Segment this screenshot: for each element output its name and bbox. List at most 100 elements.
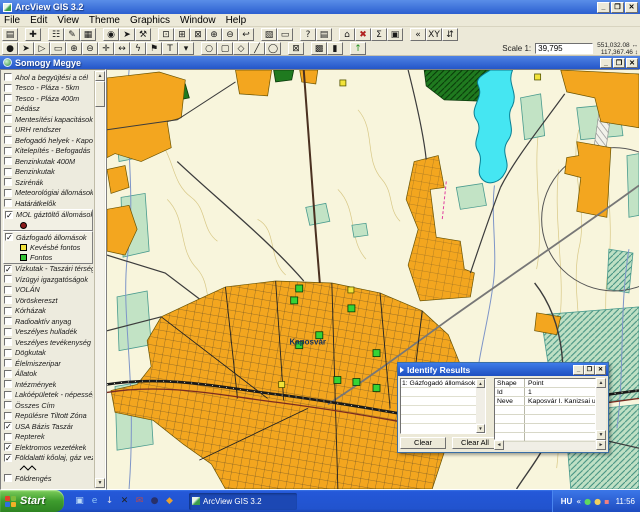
quicklaunch-desktop-icon[interactable]: ▣ [74, 496, 85, 506]
theme-checkbox[interactable] [4, 147, 12, 155]
menu-help[interactable]: Help [226, 15, 247, 26]
toc-theme[interactable]: VOLÁN [3, 285, 93, 296]
view-maximize-button[interactable]: ❒ [613, 58, 625, 68]
hot-link-tool-button[interactable]: ϟ [130, 42, 146, 55]
scroll-up-icon[interactable]: ▲ [476, 379, 485, 388]
area-of-interest-tool-button[interactable]: ⊠ [288, 42, 304, 55]
quicklaunch-browser-icon[interactable]: e [89, 496, 100, 506]
maximize-button[interactable]: ❒ [611, 2, 624, 13]
scroll-down-icon[interactable]: ▼ [596, 430, 606, 440]
zoom-previous-button[interactable]: ↩ [238, 28, 254, 41]
quicklaunch-download-icon[interactable]: ↓ [104, 496, 115, 506]
toc-theme[interactable]: Meteorológiai állomások [3, 188, 93, 199]
vertex-edit-tool-button[interactable]: ▷ [34, 42, 50, 55]
draw-circle-tool-button[interactable]: ◯ [265, 42, 281, 55]
toc-theme[interactable]: Intézmények [3, 379, 93, 390]
clear-selection-button[interactable]: ▭ [277, 28, 293, 41]
toc-theme[interactable]: Veszélyes hulladék [3, 327, 93, 338]
scroll-left-icon[interactable]: ◄ [494, 440, 504, 450]
toc-theme[interactable]: Összes Cím [3, 400, 93, 411]
custom-tool-2-button[interactable]: ▮ [327, 42, 343, 55]
taskbar-task-button[interactable]: ArcView GIS 3.2 [189, 493, 297, 510]
identify-results-dialog[interactable]: Identify Results _ ❒ ✕ 1: Gázfogadó állo… [397, 362, 609, 453]
theme-properties-button[interactable]: ☷ [48, 28, 64, 41]
theme-checkbox[interactable] [4, 168, 12, 176]
scroll-thumb[interactable] [95, 81, 105, 107]
identify-close-button[interactable]: ✕ [595, 365, 606, 375]
select-by-graphic-button[interactable]: ▧ [261, 28, 277, 41]
zoom-out-tool-button[interactable]: ⊖ [82, 42, 98, 55]
sort-button[interactable]: ⇵ [442, 28, 458, 41]
toc-theme[interactable]: Vízügyi igazgatóságok [3, 274, 93, 285]
theme-checkbox[interactable] [4, 73, 12, 81]
theme-checkbox[interactable] [4, 328, 12, 336]
theme-checkbox[interactable] [4, 307, 12, 315]
pointer-tool-button[interactable]: ➤ [18, 42, 34, 55]
scroll-down-icon[interactable]: ▼ [95, 478, 105, 488]
home-button[interactable]: ⌂ [339, 28, 355, 41]
theme-checkbox[interactable] [4, 349, 12, 357]
toc-theme[interactable]: Mentesítési kapacitások [3, 114, 93, 125]
quicklaunch-mail-icon[interactable]: ✉ [134, 496, 145, 506]
theme-checkbox[interactable] [4, 115, 12, 123]
theme-checkbox[interactable] [4, 401, 12, 409]
theme-checkbox[interactable] [4, 286, 12, 294]
theme-checkbox[interactable] [4, 474, 12, 482]
theme-checkbox[interactable] [4, 370, 12, 378]
menu-window[interactable]: Window [180, 15, 216, 26]
theme-checkbox[interactable] [4, 391, 12, 399]
quicklaunch-tools-icon[interactable]: ◆ [164, 496, 175, 506]
app-titlebar[interactable]: ArcView GIS 3.2 _ ❒ ✕ [0, 0, 640, 14]
pan-tool-button[interactable]: ✛ [98, 42, 114, 55]
theme-checkbox[interactable] [4, 380, 12, 388]
zoom-out-button[interactable]: ⊖ [222, 28, 238, 41]
menu-theme[interactable]: Theme [89, 15, 120, 26]
layout-button[interactable]: ▣ [387, 28, 403, 41]
toc-theme[interactable]: Dögkutak [3, 348, 93, 359]
scroll-up-icon[interactable]: ▲ [95, 71, 105, 81]
scroll-down-icon[interactable]: ▼ [476, 424, 485, 433]
draw-point-tool-button[interactable]: ▾ [178, 42, 194, 55]
quicklaunch-media-icon[interactable]: ● [149, 496, 160, 506]
theme-checkbox[interactable] [4, 338, 12, 346]
theme-checkbox[interactable]: ✓ [4, 443, 12, 451]
taskbar-clock[interactable]: 11:56 [616, 497, 635, 506]
theme-checkbox[interactable] [4, 189, 12, 197]
theme-checkbox[interactable] [4, 199, 12, 207]
toc-theme[interactable]: Radioaktív anyag [3, 316, 93, 327]
toc-theme[interactable]: Földrengés [3, 473, 93, 484]
theme-checkbox[interactable] [4, 105, 12, 113]
toc-theme[interactable]: ✓USA Bázis Taszár [3, 421, 93, 432]
theme-checkbox[interactable]: ✓ [4, 265, 12, 273]
clear-all-button[interactable]: Clear All [452, 437, 498, 449]
theme-checkbox[interactable] [4, 84, 12, 92]
toc-theme[interactable]: Lakóépületek - népesség [3, 390, 93, 401]
toc-theme[interactable]: Vöröskereszt [3, 295, 93, 306]
theme-checkbox[interactable] [4, 178, 12, 186]
identify-table-scrollbar[interactable]: ▲ ▼ [596, 378, 606, 440]
start-button[interactable]: Start [0, 490, 64, 512]
identify-result-list[interactable]: 1: Gázfogadó állomások - Kapo ▲ ▼ [400, 378, 486, 434]
theme-checkbox[interactable] [4, 157, 12, 165]
toc-theme[interactable]: URH rendszer [3, 125, 93, 136]
minimize-button[interactable]: _ [597, 2, 610, 13]
toc-theme[interactable]: ✓MOL gáztöltő állomások [3, 209, 93, 232]
toc-theme[interactable]: Dédász [3, 104, 93, 115]
toc-theme[interactable]: Benzinkutak [3, 167, 93, 178]
locate-address-button[interactable]: ➤ [119, 28, 135, 41]
toc-theme[interactable]: Ahol a begyüjtési a cél [3, 72, 93, 83]
scroll-up-icon[interactable]: ▲ [596, 378, 606, 388]
save-project-button[interactable]: ▤ [2, 28, 18, 41]
theme-checkbox[interactable] [4, 433, 12, 441]
tray-chevron-icon[interactable]: « [576, 497, 581, 506]
query-builder-button[interactable]: ⚒ [135, 28, 151, 41]
identify-result-item[interactable]: 1: Gázfogadó állomások - Kapo [401, 379, 485, 388]
identify-attribute-table[interactable]: ShapePointId1NeveKaposvár I. Kanizsai u. [494, 378, 596, 440]
view-minimize-button[interactable]: _ [600, 58, 612, 68]
toc-theme[interactable]: Repterek [3, 432, 93, 443]
tray-status-red-icon[interactable]: ▪ [604, 497, 609, 506]
edit-legend-button[interactable]: ✎ [64, 28, 80, 41]
language-indicator[interactable]: HU [561, 497, 573, 506]
zoom-full-extent-button[interactable]: ⊡ [158, 28, 174, 41]
print-button[interactable]: ▤ [316, 28, 332, 41]
